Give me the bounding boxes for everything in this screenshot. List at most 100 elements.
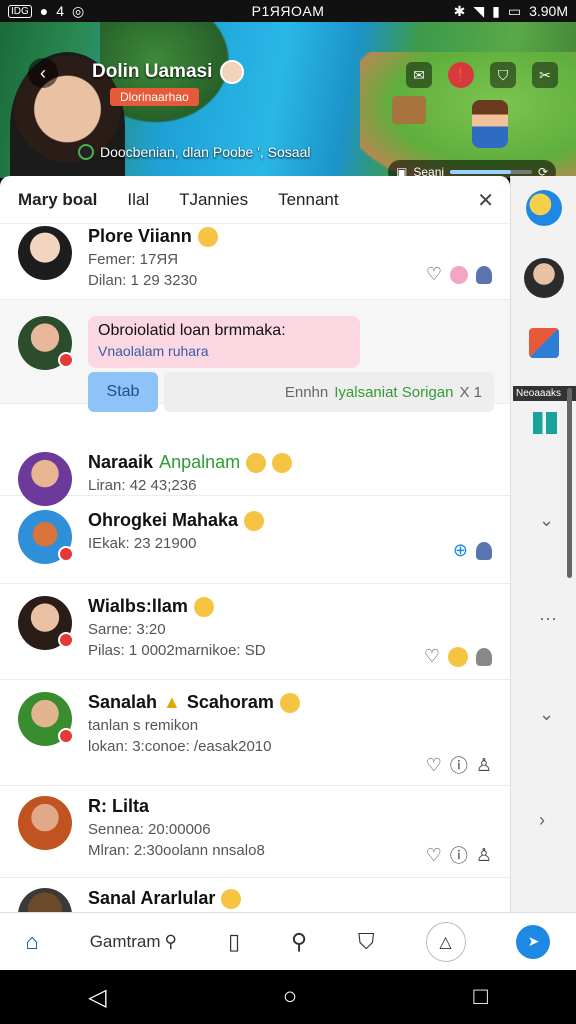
status-right: ✱ ◥ ▮ ▭ 3.90M bbox=[454, 3, 568, 20]
tab-mary-boal[interactable]: Mary boal bbox=[18, 190, 97, 210]
chat-row[interactable]: Sanalah ▲ Scahoram tanlan s remikon loka… bbox=[0, 680, 510, 786]
shield-icon[interactable]: ⛉ bbox=[490, 62, 516, 88]
chat-meta-1: tanlan s remikon bbox=[88, 717, 199, 734]
message-bubble: Obroiolatid loan brmmaka: Vnaolalam ruha… bbox=[88, 316, 360, 368]
reply-input-close[interactable]: X 1 bbox=[459, 384, 482, 401]
bottom-nav: ⌂ Gamtram ⚲ ▯ ⚲ ⛉ △ ➤ bbox=[0, 912, 576, 970]
chat-meta-1: Sennea: 20:00006 bbox=[88, 821, 211, 838]
chevron-down-icon-2[interactable]: ⌄ bbox=[539, 704, 554, 725]
home-icon[interactable]: ⌂ bbox=[25, 929, 38, 955]
chat-row[interactable]: Plore Viiann Femer: 17ЯЯ Dilan: 1 29 323… bbox=[0, 224, 510, 300]
link-icon[interactable]: ⊕ bbox=[453, 540, 468, 561]
system-nav: ◁ ○ □ bbox=[0, 970, 576, 1024]
signal-icon: ▮ bbox=[492, 2, 500, 19]
hud-controls: ✉ ❗ ⛉ ✂ bbox=[406, 62, 558, 88]
chat-row[interactable]: Wialbs:llam Sarne: 3:20 Pilas: 1 0002mar… bbox=[0, 584, 510, 680]
tab-tjannies[interactable]: TJannies bbox=[179, 190, 248, 210]
rail-scrollbar[interactable] bbox=[567, 388, 572, 578]
chat-row-body: Naraaik Anpalnam Liran: 42 43;236 bbox=[88, 452, 492, 495]
chat-name: R: Lilta bbox=[88, 796, 149, 816]
profile-outline-icon[interactable]: ♙ bbox=[476, 845, 492, 866]
chat-name-row: Naraaik Anpalnam bbox=[88, 452, 492, 473]
avatar bbox=[18, 796, 72, 850]
chat-row-body: Ohrogkei Mahaka IEkak: 23 21900 bbox=[88, 510, 492, 583]
streamer-subtitle-row: Doocbenian, dlan Poobe ', Sosaal bbox=[78, 144, 311, 160]
office-icon[interactable] bbox=[529, 328, 559, 358]
chat-row[interactable]: Naraaik Anpalnam Liran: 42 43;236 bbox=[0, 404, 510, 506]
app-logo-icon[interactable] bbox=[526, 190, 562, 226]
live-badge-icon bbox=[58, 546, 74, 562]
chat-row[interactable]: Sanal Ararlular bbox=[0, 878, 510, 912]
chat-name: Sanal Ararlular bbox=[88, 888, 216, 908]
avatar bbox=[18, 692, 74, 746]
profile-icon[interactable] bbox=[476, 647, 492, 666]
avatar bbox=[18, 316, 74, 370]
chevron-right-icon[interactable]: › bbox=[539, 810, 545, 831]
chat-name-tag: Anpalnam bbox=[159, 452, 241, 472]
grin-emoji-icon-2 bbox=[272, 452, 293, 473]
stream-banner[interactable]: ‹ Dolin Uamasi Dlorinaarhao Doocbenian, … bbox=[0, 22, 576, 178]
chat-actions: ♡ bbox=[424, 646, 492, 667]
grin-emoji-icon bbox=[279, 692, 300, 713]
back-icon[interactable]: ‹ bbox=[28, 58, 58, 88]
more-icon[interactable]: ··· bbox=[539, 608, 557, 629]
smile-emoji-icon bbox=[197, 226, 218, 247]
like-icon[interactable]: ♡ bbox=[426, 264, 442, 285]
status-icon-3: 4 bbox=[56, 3, 65, 19]
live-badge-icon bbox=[58, 632, 74, 648]
game-hut-icon bbox=[392, 96, 426, 124]
game-character-icon bbox=[472, 100, 508, 148]
chat-name-suffix: Scahoram bbox=[186, 692, 274, 712]
grin-emoji-icon bbox=[221, 888, 242, 909]
tab-tennant[interactable]: Tennant bbox=[278, 190, 339, 210]
search-icon[interactable]: ⚲ bbox=[165, 932, 177, 952]
info-icon[interactable]: ⓘ bbox=[450, 752, 468, 778]
chevron-down-icon[interactable]: ⌄ bbox=[539, 510, 554, 531]
progress-track bbox=[450, 170, 532, 174]
status-left: IDG ● 4 ◎ bbox=[8, 3, 84, 20]
streamer-mini-avatar bbox=[220, 60, 245, 84]
chat-name-row: Sanalah ▲ Scahoram bbox=[88, 692, 492, 713]
avatar bbox=[18, 510, 74, 564]
chat-row[interactable]: R: Lilta Sennea: 20:00006 Mlran: 2:30ool… bbox=[0, 786, 510, 878]
chat-actions: ⊕ bbox=[453, 540, 492, 561]
compose-icon[interactable]: △ bbox=[425, 921, 466, 962]
tools-icon[interactable]: ✂ bbox=[532, 62, 558, 88]
tab-ilal[interactable]: Ilal bbox=[127, 190, 149, 210]
profile-icon[interactable] bbox=[476, 265, 492, 284]
bottom-nav-label: Gamtram bbox=[89, 931, 161, 951]
battery-icon: ▭ bbox=[507, 2, 522, 19]
chat-name-row: Sanal Ararlular bbox=[88, 888, 492, 909]
profile-icon[interactable] bbox=[476, 541, 492, 560]
like-icon[interactable]: ♡ bbox=[424, 646, 440, 667]
chart-icon[interactable] bbox=[533, 412, 557, 434]
chat-name: Naraaik bbox=[88, 452, 154, 472]
info-icon[interactable]: ⓘ bbox=[450, 842, 468, 868]
home-nav-icon[interactable]: ○ bbox=[283, 983, 298, 1011]
like-icon[interactable]: ♡ bbox=[426, 845, 442, 866]
live-badge-icon bbox=[58, 728, 74, 744]
chat-name: Plore Viiann bbox=[88, 226, 192, 246]
reaction-icon[interactable] bbox=[450, 265, 468, 284]
chat-name-row: Ohrogkei Mahaka bbox=[88, 510, 492, 531]
chat-meta-1: IEkak: 23 21900 bbox=[88, 535, 197, 552]
shield-outline-icon[interactable]: ⛉ bbox=[358, 929, 375, 955]
rail-avatar[interactable] bbox=[524, 258, 564, 298]
chat-name-row: Wialbs:llam bbox=[88, 596, 492, 617]
mail-icon[interactable]: ✉ bbox=[406, 62, 432, 88]
close-icon[interactable]: ✕ bbox=[477, 188, 494, 213]
chat-row[interactable]: Ohrogkei Mahaka IEkak: 23 21900 ⊕ bbox=[0, 496, 510, 584]
pin-icon[interactable]: ⚲ bbox=[291, 929, 307, 955]
send-icon[interactable]: ➤ bbox=[516, 924, 551, 959]
notification-icon[interactable]: ❗ bbox=[448, 62, 474, 88]
avatar bbox=[18, 888, 72, 912]
bottom-nav-label-group[interactable]: Gamtram ⚲ bbox=[90, 932, 177, 952]
profile-outline-icon[interactable]: ♙ bbox=[476, 755, 492, 776]
tablet-icon[interactable]: ▯ bbox=[228, 929, 240, 955]
live-dot-icon bbox=[78, 144, 94, 160]
live-badge-icon bbox=[58, 352, 74, 368]
emoji-react-icon[interactable] bbox=[448, 646, 468, 667]
recents-nav-icon[interactable]: □ bbox=[473, 983, 488, 1011]
back-nav-icon[interactable]: ◁ bbox=[88, 983, 106, 1012]
like-icon[interactable]: ♡ bbox=[426, 755, 442, 776]
